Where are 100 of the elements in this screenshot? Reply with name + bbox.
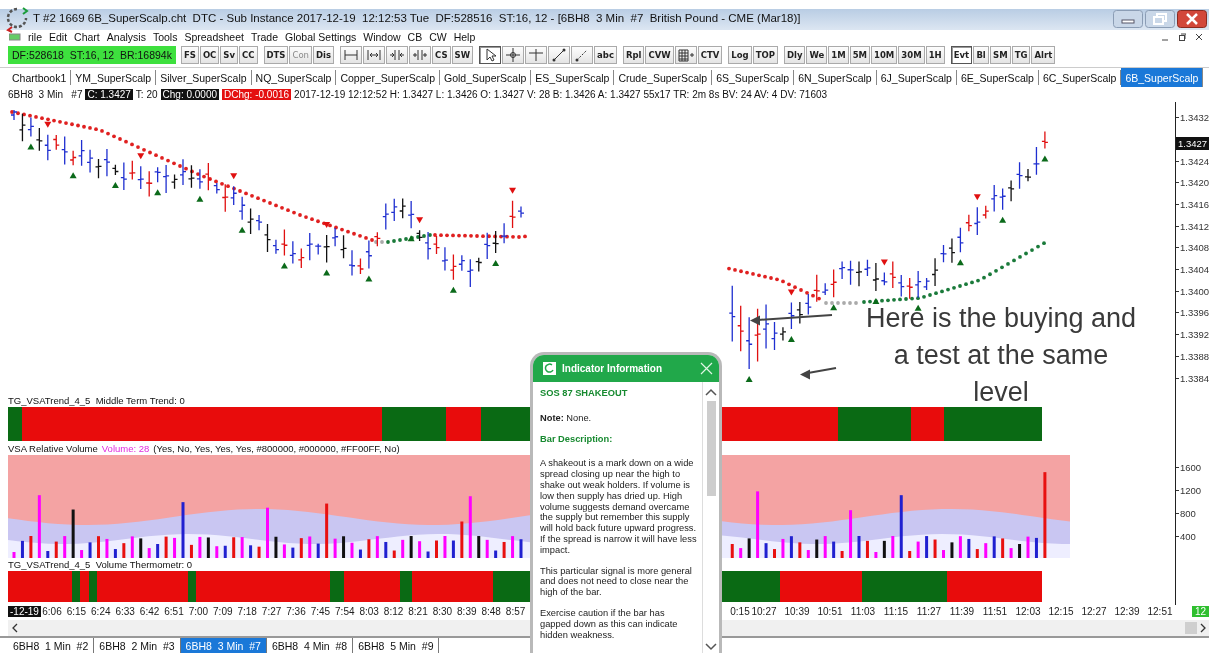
restore-icon[interactable] (1178, 33, 1186, 41)
toolbar-button[interactable] (502, 46, 525, 64)
time-label: 7:27 (261, 606, 282, 617)
time-label: 12:27 (1081, 606, 1107, 617)
chartbook-tab[interactable]: NQ_SuperScalp (251, 70, 337, 85)
panel-settings: (Yes, No, Yes, Yes, Yes, #800000, #000000, #FF00FF, No) (153, 443, 400, 455)
chart-tab[interactable]: 6BH8 5 Min #9 (353, 638, 440, 653)
menu-item[interactable]: Trade (250, 31, 278, 43)
toolbar-button[interactable]: CVW (645, 46, 674, 64)
toolbar-button[interactable]: TG (1011, 46, 1031, 64)
chartbook-tab[interactable]: Gold_SuperScalp (440, 70, 532, 85)
time-label: 12:03 (1015, 606, 1041, 617)
menu-item[interactable]: Spreadsheet (184, 31, 244, 43)
axis-label: 1.3432 (1176, 111, 1209, 124)
toolbar-button[interactable]: SW (451, 46, 474, 64)
axis-label: 800 (1176, 507, 1196, 519)
chevron-up-icon[interactable] (705, 388, 717, 397)
menu-item[interactable]: Tools (152, 31, 178, 43)
scrollbar-thumb[interactable] (1185, 622, 1197, 634)
chartbook-tab[interactable]: 6N_SuperScalp (794, 70, 877, 85)
close-icon[interactable] (1195, 33, 1203, 41)
chart-tab[interactable]: 6BH8 1 Min #2 (8, 638, 95, 653)
time-label: 10:27 (751, 606, 777, 617)
annotation-text: Here is the buying and a test at the same level (864, 302, 1138, 409)
toolbar-button[interactable]: TOP (752, 46, 778, 64)
document-icon[interactable] (9, 33, 21, 41)
toolbar-button[interactable]: DTS (263, 46, 289, 64)
chartbook-tab[interactable]: Silver_SuperScalp (156, 70, 252, 85)
time-label: 6:51 (164, 606, 184, 617)
chartbook-tab[interactable]: 6J_SuperScalp (876, 70, 957, 85)
menu-item[interactable]: CW (429, 31, 447, 43)
toolbar-button[interactable]: Evt (950, 46, 973, 64)
time-label: 7:00 (188, 606, 209, 617)
chart-tab[interactable]: 6BH8 4 Min #8 (266, 638, 354, 653)
chart-tab[interactable]: 6BH8 3 Min #7 (180, 638, 267, 653)
time-label: 8:21 (408, 606, 428, 617)
chartbook-tab[interactable]: 6B_SuperScalp (1121, 68, 1204, 87)
toolbar-button[interactable] (674, 46, 697, 64)
status-box: DF:528618 ST:16, 12 BR:16894k (8, 46, 176, 64)
menu-item[interactable]: rile (28, 31, 42, 43)
chartbook-tab[interactable]: 6E_SuperScalp (956, 70, 1039, 85)
description-text: This particular signal is more general and does not need to close near the high of the bar. (540, 565, 693, 598)
chart-tab[interactable]: 6BH8 2 Min #3 (94, 638, 181, 653)
popup-title: Indicator Information (562, 363, 663, 374)
chartbook-tab[interactable]: Copper_SuperScalp (336, 70, 440, 85)
axis-label: 1.3384 (1176, 372, 1209, 384)
time-label: 7:36 (286, 606, 306, 617)
toolbar-button[interactable]: Log (728, 46, 752, 64)
toolbar-button[interactable]: FS (180, 46, 199, 64)
axis-label: 1.3424 (1176, 155, 1209, 167)
chevron-right-icon[interactable] (1199, 623, 1207, 633)
toolbar-button[interactable]: 1H (925, 46, 945, 64)
toolbar-button[interactable]: CTV (697, 46, 723, 64)
toolbar-button[interactable]: SM (990, 46, 1011, 64)
time-label: 12:39 (1114, 606, 1140, 617)
toolbar-button[interactable]: CS (432, 46, 451, 64)
chartbook-tab[interactable]: ES_SuperScalp (531, 70, 615, 85)
toolbar-button[interactable]: Dly (783, 46, 806, 64)
toolbar-button[interactable]: OC (199, 46, 220, 64)
toolbar-button[interactable]: Sv (220, 46, 238, 64)
minimize-icon[interactable] (1113, 10, 1143, 28)
menu-item[interactable]: Help (453, 31, 476, 43)
toolbar-button[interactable] (548, 46, 571, 64)
toolbar-button[interactable]: We (806, 46, 828, 64)
menu-item[interactable]: Analysis (106, 31, 146, 43)
axis-label: 1200 (1176, 484, 1202, 496)
menu-item[interactable]: Window (363, 31, 401, 43)
chevron-left-icon[interactable] (11, 623, 19, 633)
toolbar-button[interactable]: abc (594, 46, 617, 64)
chartbook-tab[interactable]: 6S_SuperScalp (712, 70, 795, 85)
close-icon[interactable] (1177, 10, 1207, 28)
toolbar-button[interactable]: Rpl (622, 46, 645, 64)
menu-item[interactable]: Global Settings (285, 31, 357, 43)
chartbook-tab[interactable]: YM_SuperScalp (71, 70, 157, 85)
time-label: 10:39 (784, 606, 810, 617)
toolbar-button[interactable]: 30M (898, 46, 925, 64)
axis-label: 1.3408 (1176, 241, 1209, 254)
toolbar-button[interactable]: 5M (849, 46, 871, 64)
menu-item[interactable]: Chart (74, 31, 100, 43)
toolbar-button[interactable]: Alrt (1031, 46, 1056, 64)
time-label: 10:51 (817, 606, 843, 617)
axis-label: 1.3412 (1176, 220, 1209, 233)
chartbook-tab[interactable]: Chartbook1 (8, 70, 72, 85)
info-text: DChg: -0.0016 (222, 89, 292, 100)
chartbook-tab[interactable]: Crude_SuperScalp (614, 70, 713, 85)
toolbar-button[interactable]: 10M (871, 46, 898, 64)
menu-item[interactable]: CB (407, 31, 423, 43)
menu-item[interactable]: Edit (49, 31, 68, 43)
time-label: 6:33 (115, 606, 135, 617)
time-label: 6:24 (91, 606, 111, 617)
chevron-down-icon[interactable] (705, 642, 717, 651)
signal-name: SOS 87 SHAKEOUT (540, 388, 629, 399)
toolbar-button[interactable]: Dis (313, 46, 335, 64)
toolbar-button[interactable]: CC (239, 46, 258, 64)
current-price-label: 1.3427 (1176, 137, 1209, 150)
toolbar-button[interactable]: 1M (828, 46, 849, 64)
scrollbar-thumb[interactable] (706, 401, 716, 496)
section-heading: Bar Description: (540, 433, 614, 445)
toolbar-button[interactable]: Bl (973, 46, 990, 64)
toolbar-button[interactable] (479, 46, 502, 64)
